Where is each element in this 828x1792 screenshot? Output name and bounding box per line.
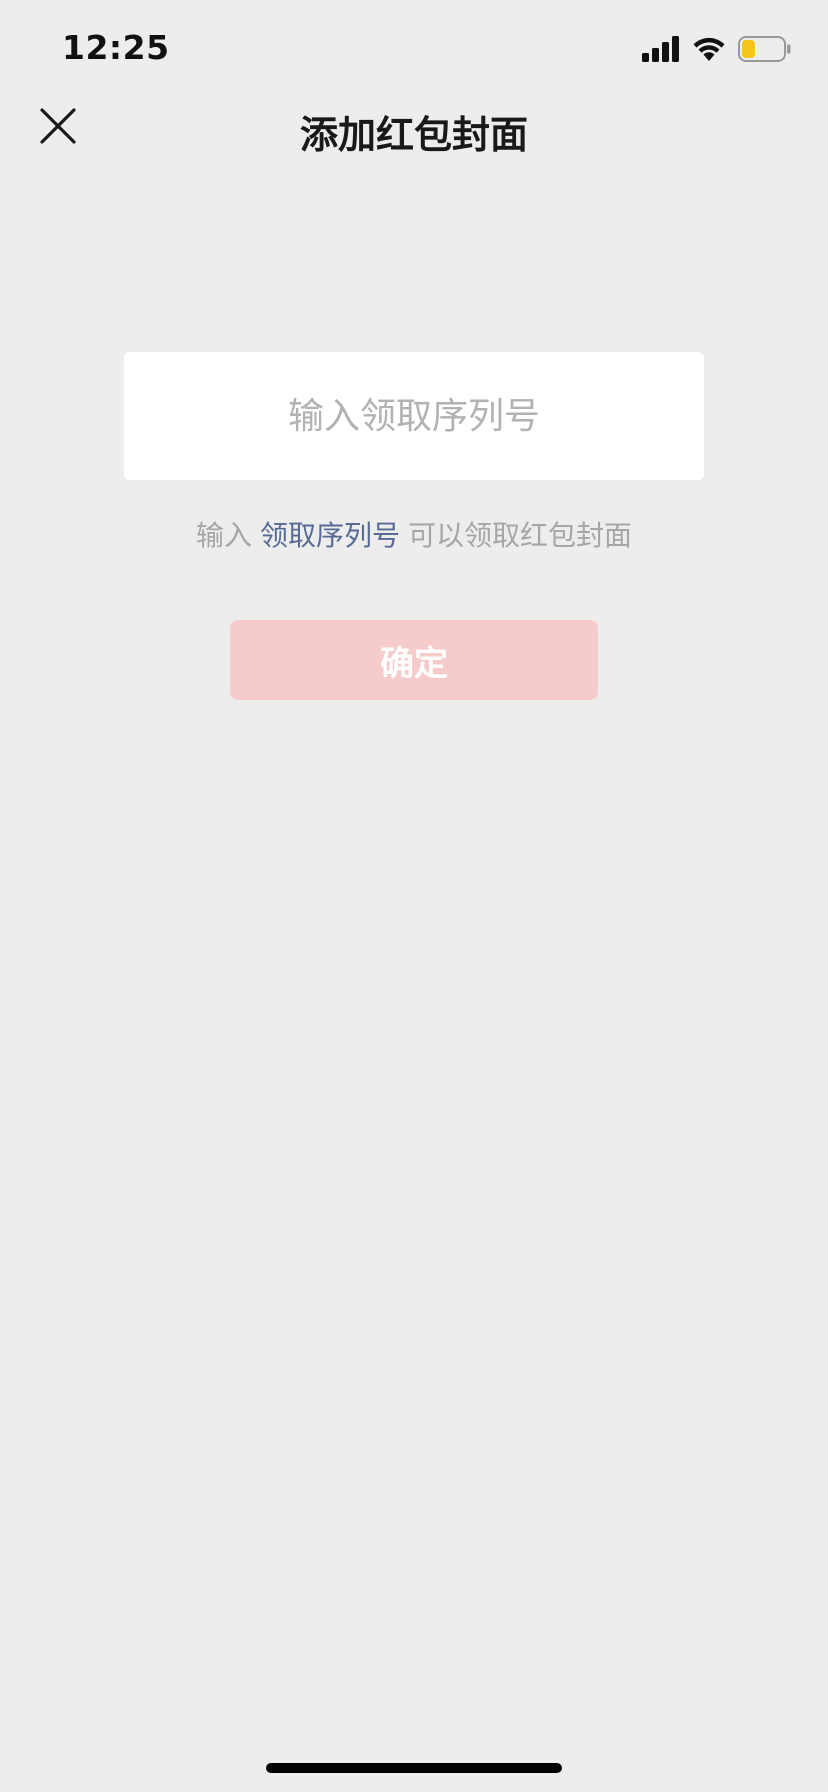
signal-icon	[642, 36, 680, 66]
status-icons	[642, 36, 792, 66]
hint-text: 输入 领取序列号 可以领取红包封面	[0, 514, 828, 554]
hint-suffix: 可以领取红包封面	[408, 519, 633, 552]
serial-number-link[interactable]: 领取序列号	[260, 519, 400, 552]
page-title: 添加红包封面	[299, 113, 528, 157]
serial-number-input[interactable]	[124, 352, 704, 480]
battery-icon	[738, 36, 792, 66]
hint-prefix: 输入	[195, 519, 252, 552]
nav-bar: 添加红包封面	[0, 90, 828, 174]
confirm-button[interactable]: 确定	[230, 620, 598, 700]
wifi-icon	[692, 36, 726, 66]
status-bar: 12:25	[0, 0, 828, 100]
home-indicator[interactable]	[266, 1763, 562, 1773]
status-time: 12:25	[62, 28, 170, 67]
